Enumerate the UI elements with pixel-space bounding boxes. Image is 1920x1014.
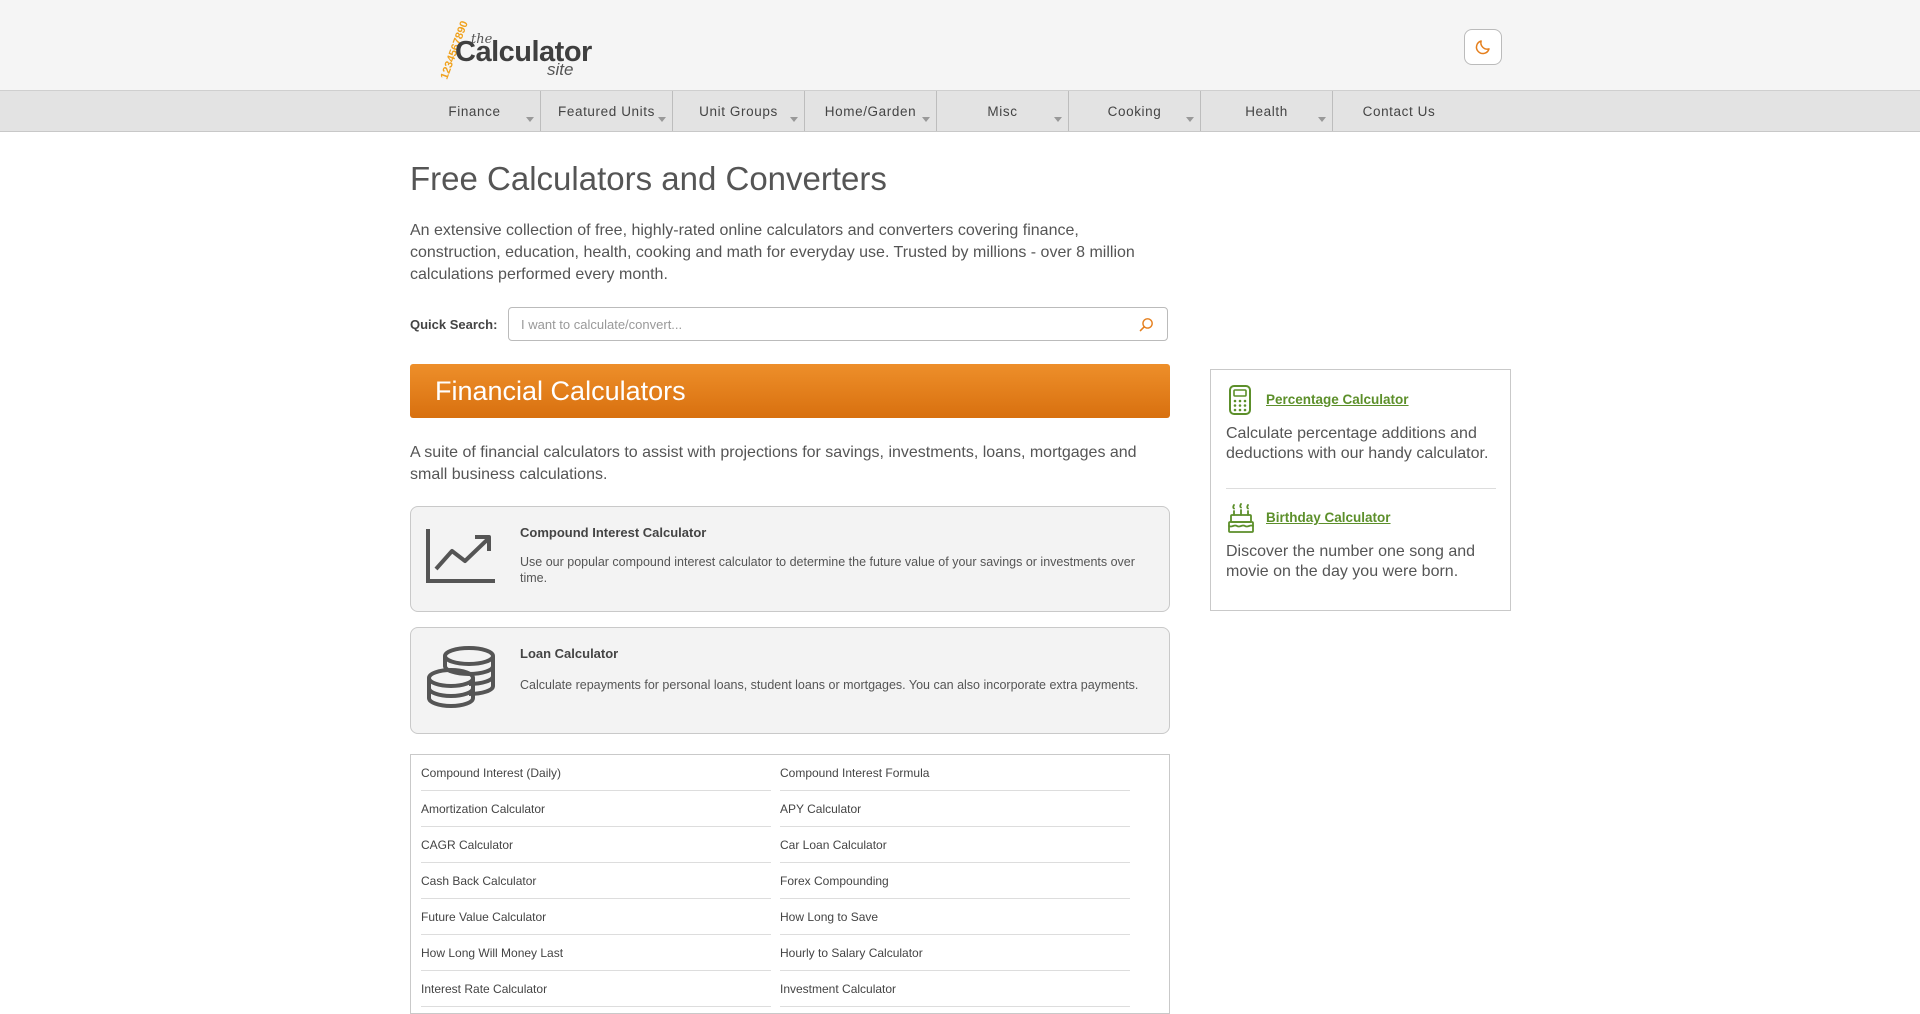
links-column-right: Compound Interest Formula APY Calculator C… xyxy=(780,755,1130,1007)
nav-item-label: Featured Units xyxy=(558,103,655,119)
calculator-icon xyxy=(1229,385,1251,415)
logo-site-text: site xyxy=(547,60,574,79)
nav-item-label: Unit Groups xyxy=(699,103,778,119)
calculator-link[interactable]: Compound Interest (Daily) xyxy=(421,755,771,791)
nav-item-finance[interactable]: Finance xyxy=(409,91,541,131)
quick-search-input[interactable] xyxy=(509,308,1133,340)
main-nav: Finance Featured Units Unit Groups Home/Gar… xyxy=(0,91,1920,132)
nav-item-contact-us[interactable]: Contact Us xyxy=(1333,91,1465,131)
dropdown-arrow-icon xyxy=(1054,117,1062,122)
nav-item-label: Home/Garden xyxy=(824,103,917,119)
card-title: Loan Calculator xyxy=(520,646,619,661)
intro-text: An extensive collection of free, highly-… xyxy=(410,222,1135,283)
calculator-links-list: Compound Interest (Daily) Amortization Ca… xyxy=(410,754,1170,1014)
sidebar-description: Discover the number one song and movie o… xyxy=(1226,543,1476,580)
calculator-link[interactable]: How Long Will Money Last xyxy=(421,935,771,971)
site-header: 1234567890 the Calculator site xyxy=(0,0,1920,91)
page-title: Free Calculators and Converters xyxy=(410,160,887,197)
calculator-link[interactable]: Cash Back Calculator xyxy=(421,863,771,899)
nav-item-home-garden[interactable]: Home/Garden xyxy=(805,91,937,131)
dropdown-arrow-icon xyxy=(1186,117,1194,122)
calculator-link[interactable]: Amortization Calculator xyxy=(421,791,771,827)
search-icon[interactable] xyxy=(1138,316,1155,333)
card-compound-interest[interactable]: Compound Interest Calculator Use our pop… xyxy=(410,506,1170,612)
section-banner: Financial Calculators xyxy=(410,364,1170,418)
featured-sidebar: Percentage Calculator Calculate percenta… xyxy=(1210,369,1511,611)
nav-item-label: Contact Us xyxy=(1362,103,1436,119)
nav-item-label: Health xyxy=(1245,103,1288,119)
birthday-cake-icon xyxy=(1228,503,1254,533)
percentage-calculator-link[interactable]: Percentage Calculator xyxy=(1266,392,1409,407)
nav-item-health[interactable]: Health xyxy=(1201,91,1333,131)
dropdown-arrow-icon xyxy=(658,117,666,122)
section-description: A suite of financial calculators to assi… xyxy=(410,444,1137,483)
moon-icon xyxy=(1475,40,1490,55)
coins-stack-icon xyxy=(427,646,495,709)
dropdown-arrow-icon xyxy=(526,117,534,122)
calculator-link[interactable]: APY Calculator xyxy=(780,791,1130,827)
nav-item-unit-groups[interactable]: Unit Groups xyxy=(673,91,805,131)
nav-item-misc[interactable]: Misc xyxy=(937,91,1069,131)
calculator-link[interactable]: Interest Rate Calculator xyxy=(421,971,771,1007)
nav-item-label: Misc xyxy=(987,103,1018,119)
calculator-link[interactable]: Compound Interest Formula xyxy=(780,755,1130,791)
dropdown-arrow-icon xyxy=(790,117,798,122)
card-loan[interactable]: Loan Calculator Calculate repayments for… xyxy=(410,627,1170,734)
card-description: Use our popular compound interest calcul… xyxy=(520,555,1135,585)
section-title: Financial Calculators xyxy=(435,375,686,406)
quick-search-label: Quick Search: xyxy=(410,317,498,332)
card-title: Compound Interest Calculator xyxy=(520,525,707,540)
calculator-link[interactable]: Forex Compounding xyxy=(780,863,1130,899)
nav-item-label: Finance xyxy=(448,103,501,119)
dropdown-arrow-icon xyxy=(1318,117,1326,122)
calculator-link[interactable]: Investment Calculator xyxy=(780,971,1130,1007)
sidebar-divider xyxy=(1226,488,1496,489)
quick-search-box xyxy=(508,307,1168,341)
calculator-link[interactable]: Hourly to Salary Calculator xyxy=(780,935,1130,971)
theme-toggle-button[interactable] xyxy=(1464,29,1502,65)
sidebar-description: Calculate percentage additions and deduc… xyxy=(1226,425,1489,462)
calculator-link[interactable]: How Long to Save xyxy=(780,899,1130,935)
links-column-left: Compound Interest (Daily) Amortization Ca… xyxy=(421,755,771,1007)
calculator-link[interactable]: Future Value Calculator xyxy=(421,899,771,935)
dropdown-arrow-icon xyxy=(922,117,930,122)
nav-item-featured-units[interactable]: Featured Units xyxy=(541,91,673,131)
calculator-link[interactable]: Car Loan Calculator xyxy=(780,827,1130,863)
nav-item-label: Cooking xyxy=(1107,103,1162,119)
site-logo[interactable]: 1234567890 the Calculator site xyxy=(407,6,593,84)
chart-trend-icon xyxy=(426,529,495,583)
nav-item-cooking[interactable]: Cooking xyxy=(1069,91,1201,131)
birthday-calculator-link[interactable]: Birthday Calculator xyxy=(1266,510,1391,525)
calculator-link[interactable]: CAGR Calculator xyxy=(421,827,771,863)
card-description: Calculate repayments for personal loans,… xyxy=(520,678,1139,692)
